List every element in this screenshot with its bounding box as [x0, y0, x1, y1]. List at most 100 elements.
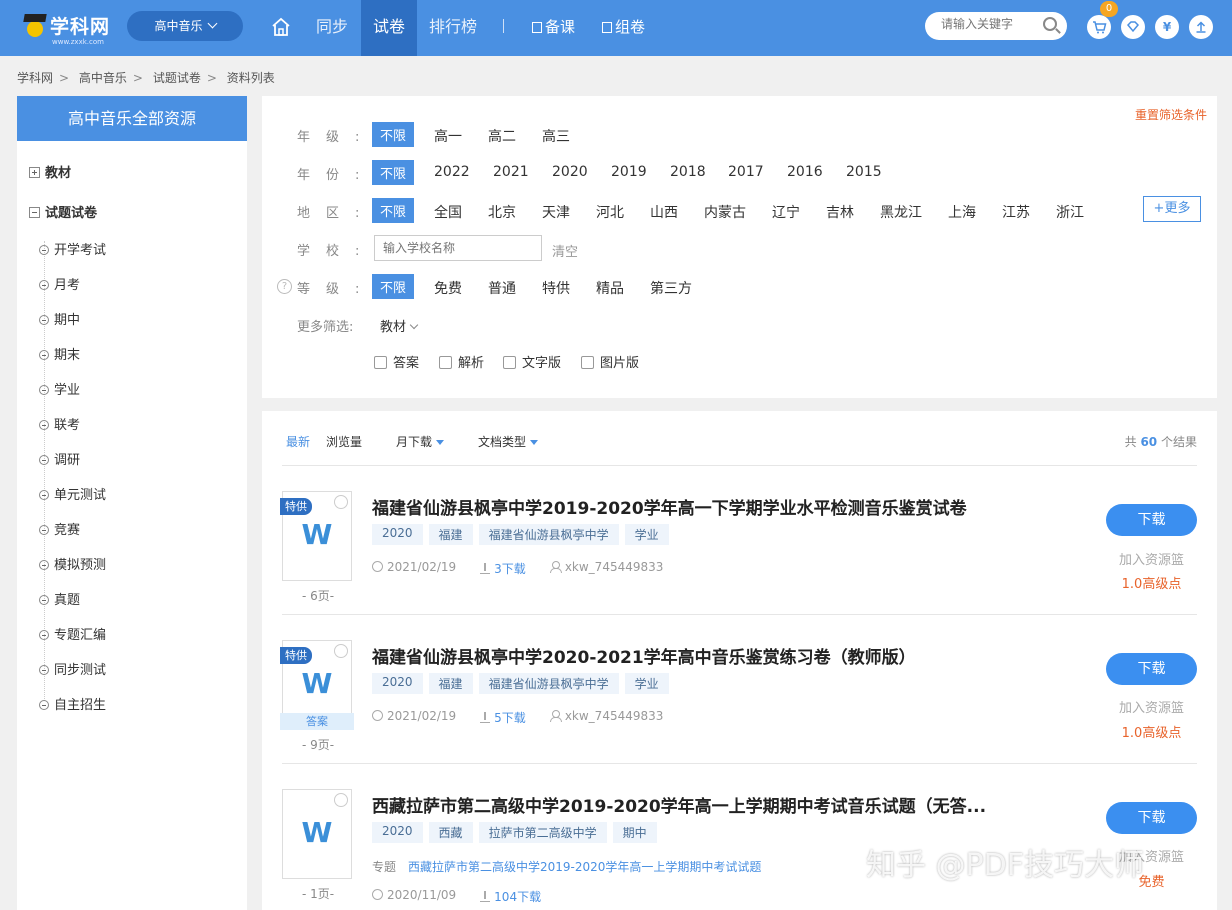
grade-option[interactable]: 高三: [542, 126, 570, 146]
region-option[interactable]: 江苏: [1002, 202, 1030, 222]
tag[interactable]: 福建省仙游县枫亭中学: [478, 524, 619, 545]
sidebar-section-papers[interactable]: 试题试卷: [29, 202, 97, 221]
reset-filters-link[interactable]: 重置筛选条件: [1135, 106, 1207, 123]
tag[interactable]: 福建: [428, 524, 473, 545]
upload-icon[interactable]: [1189, 15, 1213, 39]
search-icon[interactable]: [1043, 17, 1057, 31]
nav-ranking[interactable]: 排行榜: [429, 0, 477, 56]
checkbox-image-version[interactable]: 图片版: [581, 352, 639, 371]
result-title[interactable]: 福建省仙游县枫亭中学2020-2021学年高中音乐鉴赏练习卷（教师版）: [372, 643, 1012, 668]
sort-views[interactable]: 浏览量: [326, 433, 362, 450]
region-option[interactable]: 吉林: [826, 202, 854, 222]
special-topic-link[interactable]: 西藏拉萨市第二高级中学2019-2020学年高一上学期期中考试试题: [408, 860, 761, 874]
sidebar-item[interactable]: 单元测试: [39, 484, 106, 503]
tag[interactable]: 期中: [612, 822, 657, 843]
site-logo[interactable]: 学科网 www.zxxk.com: [22, 10, 110, 46]
year-option[interactable]: 2015: [846, 164, 882, 180]
tag[interactable]: 学业: [624, 524, 669, 545]
level-option-any[interactable]: 不限: [372, 274, 415, 299]
level-option[interactable]: 精品: [596, 278, 624, 298]
year-option[interactable]: 2019: [611, 164, 647, 180]
tag[interactable]: 西藏: [428, 822, 473, 843]
diamond-icon[interactable]: [1121, 15, 1145, 39]
grade-option[interactable]: 高一: [434, 126, 462, 146]
region-option[interactable]: 黑龙江: [880, 202, 922, 222]
yuan-icon[interactable]: ¥: [1155, 15, 1179, 39]
add-to-basket-link[interactable]: 加入资源篮: [1106, 549, 1197, 568]
sidebar-section-textbook[interactable]: 教材: [29, 162, 71, 181]
region-option[interactable]: 辽宁: [772, 202, 800, 222]
breadcrumb-category[interactable]: 试题试卷: [153, 71, 201, 85]
region-option[interactable]: 全国: [434, 202, 462, 222]
region-option-any[interactable]: 不限: [372, 198, 415, 223]
cart-icon[interactable]: [1087, 15, 1111, 39]
clear-school-link[interactable]: 清空: [552, 241, 578, 260]
download-button[interactable]: 下载: [1106, 653, 1197, 685]
sidebar-item[interactable]: 联考: [39, 414, 80, 433]
sidebar-title[interactable]: 高中音乐全部资源: [17, 96, 247, 141]
preview-icon[interactable]: [334, 644, 348, 658]
download-button[interactable]: 下载: [1106, 504, 1197, 536]
search-input[interactable]: [941, 17, 1041, 31]
home-icon[interactable]: [270, 16, 292, 38]
year-option[interactable]: 2021: [493, 164, 529, 180]
tag[interactable]: 2020: [372, 822, 423, 843]
sidebar-item[interactable]: 调研: [39, 449, 80, 468]
tag[interactable]: 福建: [428, 673, 473, 694]
doc-thumbnail[interactable]: W: [282, 789, 352, 879]
download-button[interactable]: 下载: [1106, 802, 1197, 834]
region-option[interactable]: 内蒙古: [704, 202, 746, 222]
tag[interactable]: 2020: [372, 673, 423, 694]
region-option[interactable]: 上海: [948, 202, 976, 222]
uploader[interactable]: xkw_745449833: [549, 560, 663, 577]
checkbox-answer[interactable]: 答案: [374, 352, 419, 371]
year-option[interactable]: 2018: [670, 164, 706, 180]
help-icon[interactable]: ?: [277, 279, 292, 294]
grade-option-any[interactable]: 不限: [372, 122, 415, 147]
sidebar-item[interactable]: 期中: [39, 309, 80, 328]
nav-papers[interactable]: 试卷: [361, 0, 418, 56]
sidebar-item[interactable]: 模拟预测: [39, 554, 106, 573]
sidebar-item[interactable]: 竞赛: [39, 519, 80, 538]
region-option[interactable]: 河北: [596, 202, 624, 222]
sidebar-item[interactable]: 开学考试: [39, 239, 106, 258]
nav-compose-paper[interactable]: 组卷: [602, 0, 645, 56]
region-option[interactable]: 北京: [488, 202, 516, 222]
checkbox-text-version[interactable]: 文字版: [503, 352, 561, 371]
nav-lesson-prep[interactable]: 备课: [532, 0, 575, 56]
nav-sync[interactable]: 同步: [316, 0, 348, 56]
region-option[interactable]: 天津: [542, 202, 570, 222]
breadcrumb-subject[interactable]: 高中音乐: [79, 71, 127, 85]
year-option-any[interactable]: 不限: [372, 160, 415, 185]
tag[interactable]: 拉萨市第二高级中学: [478, 822, 607, 843]
region-option[interactable]: 浙江: [1056, 202, 1084, 222]
sidebar-item[interactable]: 学业: [39, 379, 80, 398]
grade-option[interactable]: 高二: [488, 126, 516, 146]
preview-icon[interactable]: [334, 793, 348, 807]
sidebar-item[interactable]: 自主招生: [39, 694, 106, 713]
tag[interactable]: 福建省仙游县枫亭中学: [478, 673, 619, 694]
year-option[interactable]: 2020: [552, 164, 588, 180]
add-to-basket-link[interactable]: 加入资源篮: [1106, 697, 1197, 716]
checkbox-analysis[interactable]: 解析: [439, 352, 484, 371]
result-title[interactable]: 西藏拉萨市第二高级中学2019-2020学年高一上学期期中考试音乐试题（无答..…: [372, 792, 1012, 817]
level-option[interactable]: 普通: [488, 278, 516, 298]
uploader[interactable]: xkw_745449833: [549, 709, 663, 726]
school-input[interactable]: [374, 235, 542, 261]
sidebar-item[interactable]: 月考: [39, 274, 80, 293]
level-option[interactable]: 第三方: [650, 278, 692, 298]
breadcrumb-home[interactable]: 学科网: [17, 71, 53, 85]
year-option[interactable]: 2022: [434, 164, 470, 180]
tag[interactable]: 2020: [372, 524, 423, 545]
sort-monthly-downloads[interactable]: 月下载: [396, 433, 445, 450]
sidebar-item[interactable]: 期末: [39, 344, 80, 363]
tag[interactable]: 学业: [624, 673, 669, 694]
textbook-filter-dropdown[interactable]: 教材: [380, 316, 419, 335]
sort-latest[interactable]: 最新: [286, 433, 310, 450]
sidebar-item[interactable]: 真题: [39, 589, 80, 608]
result-title[interactable]: 福建省仙游县枫亭中学2019-2020学年高一下学期学业水平检测音乐鉴赏试卷: [372, 494, 1012, 519]
year-option[interactable]: 2016: [787, 164, 823, 180]
sidebar-item[interactable]: 同步测试: [39, 659, 106, 678]
level-option[interactable]: 特供: [542, 278, 570, 298]
more-regions-button[interactable]: +更多: [1143, 196, 1201, 222]
